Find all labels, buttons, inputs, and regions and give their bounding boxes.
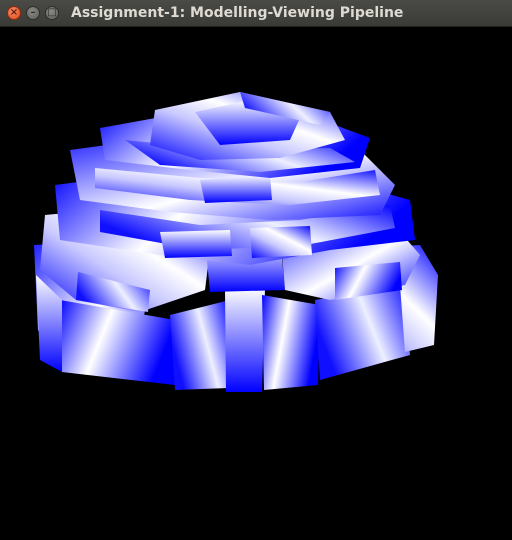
minimize-icon: – [30, 7, 36, 18]
maximize-window-button[interactable]: □ [45, 6, 59, 20]
close-icon: × [9, 7, 19, 18]
window-title: Assignment-1: Modelling-Viewing Pipeline [71, 5, 404, 21]
opengl-viewport[interactable] [0, 27, 512, 540]
minimize-window-button[interactable]: – [26, 6, 40, 20]
rendered-scene [34, 92, 438, 392]
window-titlebar[interactable]: × – □ Assignment-1: Modelling-Viewing Pi… [0, 0, 512, 27]
close-window-button[interactable]: × [7, 6, 21, 20]
maximize-icon: □ [47, 7, 57, 18]
